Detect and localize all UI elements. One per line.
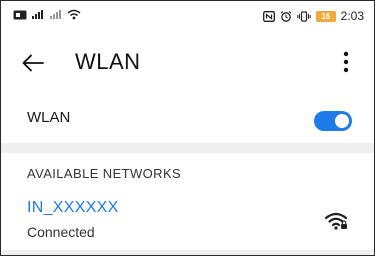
wifi-secured-icon (324, 212, 348, 230)
battery-indicator: 16 (315, 10, 336, 22)
sim-icon (13, 10, 27, 20)
more-vertical-icon (343, 51, 349, 73)
back-button[interactable] (21, 51, 45, 75)
wlan-label: WLAN (27, 109, 71, 126)
status-bar-right: 16 2:03 (262, 9, 364, 23)
bottom-divider (1, 250, 374, 255)
wlan-toggle-row[interactable]: WLAN (1, 97, 374, 139)
wifi-icon (67, 9, 81, 20)
back-arrow-icon (22, 54, 44, 72)
app-header: WLAN (1, 41, 374, 81)
screen-frame: 16 2:03 WLAN WLAN AVAILABLE NETWORKS IN_… (0, 0, 375, 256)
nfc-icon (262, 10, 275, 22)
toggle-knob (335, 114, 349, 128)
section-divider (1, 143, 374, 153)
network-name: IN_XXXXXX (27, 199, 119, 216)
status-time: 2:03 (340, 9, 364, 23)
page-title: WLAN (75, 49, 141, 74)
network-item[interactable]: IN_XXXXXX Connected (1, 197, 374, 249)
section-title-available-networks: AVAILABLE NETWORKS (27, 166, 182, 181)
network-status: Connected (27, 224, 95, 240)
more-options-button[interactable] (336, 49, 356, 75)
signal-icon (49, 9, 63, 20)
status-bar: 16 2:03 (1, 1, 374, 31)
status-bar-left (13, 9, 81, 20)
vibrate-icon (296, 10, 311, 22)
wlan-toggle[interactable] (314, 111, 352, 131)
alarm-icon (280, 10, 292, 22)
signal-icon (31, 9, 45, 20)
